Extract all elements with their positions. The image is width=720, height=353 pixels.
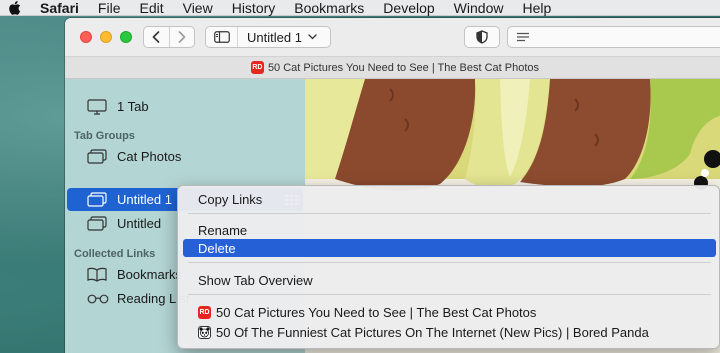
rename-menu-item[interactable]: Rename: [183, 221, 716, 239]
readers-digest-favicon-icon: RD: [198, 305, 211, 319]
sidebar-toggle-button[interactable]: [206, 27, 238, 47]
tab-group-icon: [87, 216, 107, 231]
menu-history[interactable]: History: [232, 0, 276, 16]
shield-icon: [476, 30, 488, 44]
book-icon: [87, 267, 107, 282]
menu-window[interactable]: Window: [454, 0, 504, 16]
collected-links-header: Collected Links: [74, 248, 156, 260]
close-window-button[interactable]: [80, 31, 92, 43]
tab-group-picker[interactable]: Untitled 1: [205, 26, 331, 48]
menu-separator: [188, 262, 711, 263]
zoom-window-button[interactable]: [120, 31, 132, 43]
sidebar-item-label: Cat Photos: [117, 149, 182, 164]
tab-bar: RD 50 Cat Pictures You Need to See | The…: [65, 57, 720, 79]
address-bar[interactable]: [507, 26, 720, 48]
tab-menu-item[interactable]: 50 Of The Funniest Cat Pictures On The I…: [183, 323, 716, 341]
chevron-left-icon: [152, 31, 160, 43]
chevron-down-icon: [308, 34, 317, 40]
menu-develop[interactable]: Develop: [383, 0, 434, 16]
apple-menu-icon[interactable]: [8, 0, 24, 15]
show-tab-overview-menu-item[interactable]: Show Tab Overview: [183, 271, 716, 289]
tab-group-context-menu: Copy Links Rename Delete Show Tab Overvi…: [177, 185, 720, 349]
tab-title: 50 Of The Funniest Cat Pictures On The I…: [216, 324, 649, 340]
copy-links-menu-item[interactable]: Copy Links: [183, 190, 716, 208]
menu-view[interactable]: View: [183, 0, 213, 16]
tab-menu-item[interactable]: RD 50 Cat Pictures You Need to See | The…: [183, 303, 716, 321]
tab-groups-header: Tab Groups: [74, 130, 135, 142]
menu-file[interactable]: File: [98, 0, 121, 16]
bored-panda-favicon-icon: [198, 325, 211, 339]
readers-digest-favicon-icon: RD: [250, 61, 264, 74]
active-tab-title[interactable]: 50 Cat Pictures You Need to See | The Be…: [268, 62, 539, 74]
sidebar-item-label: 1 Tab: [117, 99, 149, 114]
sidebar-item-cat-photos[interactable]: Cat Photos: [65, 145, 305, 168]
menu-bar: Safari File Edit View History Bookmarks …: [0, 0, 720, 16]
tab-group-icon: [87, 192, 107, 207]
sidebar-item-label: Bookmarks: [117, 267, 183, 282]
sidebar-item-tabs[interactable]: 1 Tab: [65, 95, 305, 118]
chevron-right-icon: [178, 31, 186, 43]
tab-group-title: Untitled 1: [247, 29, 302, 45]
sidebar-icon: [213, 31, 230, 43]
privacy-report-button[interactable]: [464, 26, 500, 48]
toolbar: Untitled 1: [65, 18, 720, 57]
menu-bookmarks[interactable]: Bookmarks: [294, 0, 364, 16]
text-lines-icon: [517, 32, 529, 42]
minimize-window-button[interactable]: [100, 31, 112, 43]
menu-separator: [188, 294, 711, 295]
menu-separator: [188, 213, 711, 214]
delete-menu-item[interactable]: Delete: [183, 239, 716, 257]
menu-safari[interactable]: Safari: [40, 0, 79, 16]
monitor-icon: [87, 98, 107, 115]
menu-help[interactable]: Help: [522, 0, 551, 16]
back-forward-group: [143, 26, 195, 48]
menu-edit[interactable]: Edit: [139, 0, 163, 16]
sidebar-item-label: Untitled: [117, 216, 162, 231]
tab-title: 50 Cat Pictures You Need to See | The Be…: [216, 304, 537, 320]
back-button[interactable]: [144, 27, 169, 47]
forward-button[interactable]: [168, 27, 195, 47]
tab-group-icon: [87, 149, 107, 164]
glasses-icon: [87, 294, 109, 304]
sidebar-item-label: Untitled 1: [117, 192, 172, 207]
